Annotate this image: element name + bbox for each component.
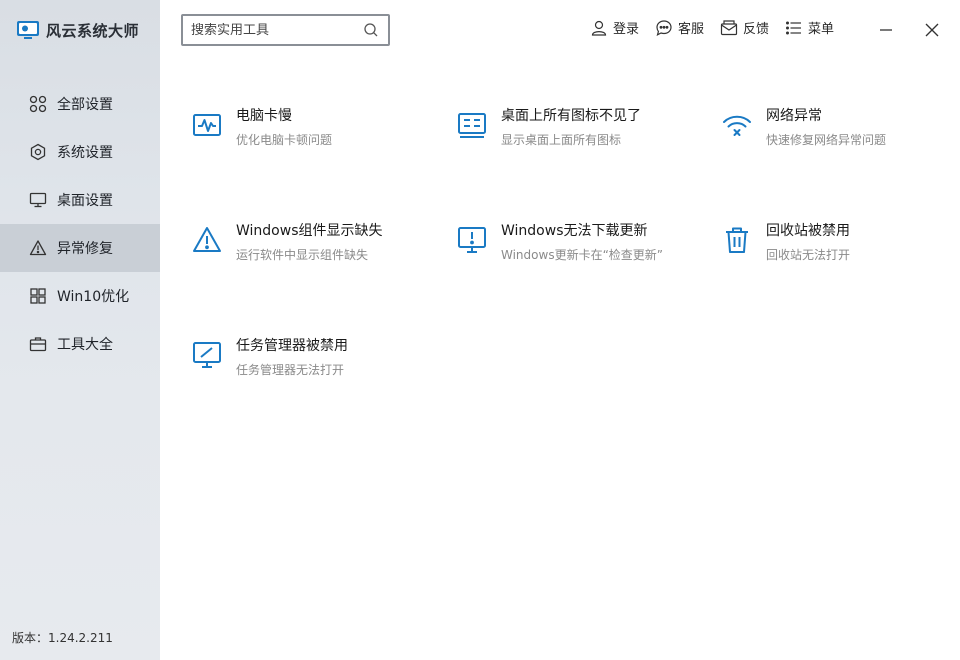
- monitor-slash-icon: [192, 340, 222, 370]
- sidebar-item-label: 系统设置: [57, 145, 113, 161]
- tool-title: 回收站被禁用: [766, 223, 850, 239]
- support-label: 客服: [678, 22, 705, 37]
- search-box: [181, 14, 390, 46]
- tool-text: 任务管理器被禁用 任务管理器无法打开: [236, 336, 348, 380]
- login-button[interactable]: 登录: [590, 18, 639, 37]
- toolbox-icon: [29, 335, 47, 353]
- app-title: 风云系统大师: [46, 21, 140, 40]
- sidebar-nav: 全部设置 系统设置 桌面设置 异常修复 Win10优化 工具大全: [0, 80, 160, 368]
- login-label: 登录: [613, 22, 640, 37]
- sidebar-item-label: 桌面设置: [57, 193, 113, 209]
- monitor-alert-icon: [457, 225, 487, 255]
- sidebar-item-label: 异常修复: [57, 241, 113, 257]
- tool-text: 电脑卡慢 优化电脑卡顿问题: [236, 106, 332, 150]
- version-label: 版本：1.24.2.211: [12, 631, 113, 645]
- warning-triangle-icon: [192, 225, 222, 255]
- top-actions: 登录 客服 反馈 菜单: [590, 18, 850, 37]
- wifi-error-icon: [722, 110, 752, 140]
- sidebar-item-tools[interactable]: 工具大全: [0, 320, 160, 368]
- sidebar: 风云系统大师 全部设置 系统设置 桌面设置 异常修复 Win10优化 工具大全 …: [0, 0, 160, 660]
- monitor-icon: [29, 191, 47, 209]
- desktop-list-icon: [457, 110, 487, 140]
- tool-desc: 显示桌面上面所有图标: [501, 133, 622, 147]
- app-logo: 风云系统大师: [16, 18, 139, 42]
- sidebar-item-label: 工具大全: [57, 337, 113, 353]
- tool-text: 网络异常 快速修复网络异常问题: [766, 106, 886, 150]
- tool-desc: 优化电脑卡顿问题: [236, 133, 333, 147]
- tool-missing-components[interactable]: Windows组件显示缺失 运行软件中显示组件缺失: [192, 221, 432, 265]
- tool-title: 桌面上所有图标不见了: [501, 108, 641, 124]
- tool-desktop-icons[interactable]: 桌面上所有图标不见了 显示桌面上面所有图标: [457, 106, 697, 150]
- sidebar-item-win10-optimize[interactable]: Win10优化: [0, 272, 160, 320]
- tool-text: 回收站被禁用 回收站无法打开: [766, 221, 850, 265]
- tool-text: Windows无法下载更新 Windows更新卡在“检查更新”: [501, 221, 663, 265]
- grid-circles-icon: [29, 95, 47, 113]
- warning-icon: [29, 239, 47, 257]
- sidebar-item-label: Win10优化: [57, 289, 130, 305]
- logo-icon: [17, 21, 39, 39]
- tool-text: Windows组件显示缺失 运行软件中显示组件缺失: [236, 221, 383, 265]
- tool-task-manager[interactable]: 任务管理器被禁用 任务管理器无法打开: [192, 336, 432, 380]
- tool-title: Windows组件显示缺失: [236, 223, 383, 239]
- tool-title: 电脑卡慢: [236, 108, 292, 124]
- tool-title: 任务管理器被禁用: [236, 338, 348, 354]
- close-icon[interactable]: [922, 20, 942, 40]
- top-bar: 登录 客服 反馈: [160, 0, 960, 60]
- tool-title: Windows无法下载更新: [501, 223, 648, 239]
- tool-desc: 运行软件中显示组件缺失: [236, 248, 369, 262]
- feedback-label: 反馈: [743, 22, 770, 37]
- tool-slow-pc[interactable]: 电脑卡慢 优化电脑卡顿问题: [192, 106, 432, 150]
- windows-icon: [29, 287, 47, 305]
- tool-desc: 任务管理器无法打开: [236, 363, 345, 377]
- menu-icon: [785, 19, 803, 37]
- sidebar-item-error-repair[interactable]: 异常修复: [0, 224, 160, 272]
- tool-text: 桌面上所有图标不见了 显示桌面上面所有图标: [501, 106, 641, 150]
- menu-label: 菜单: [808, 22, 835, 37]
- menu-button[interactable]: 菜单: [785, 18, 834, 37]
- user-icon: [590, 19, 608, 37]
- search-icon[interactable]: [362, 21, 380, 39]
- feedback-button[interactable]: 反馈: [720, 18, 769, 37]
- tool-network[interactable]: 网络异常 快速修复网络异常问题: [722, 106, 960, 150]
- gear-icon: [29, 143, 47, 161]
- support-button[interactable]: 客服: [655, 18, 704, 37]
- sidebar-item-label: 全部设置: [57, 97, 113, 113]
- minimize-icon[interactable]: [876, 20, 896, 40]
- tool-desc: 快速修复网络异常问题: [766, 133, 887, 147]
- feedback-mail-icon: [720, 19, 738, 37]
- sidebar-item-system-settings[interactable]: 系统设置: [0, 128, 160, 176]
- tool-desc: 回收站无法打开: [766, 248, 851, 262]
- search-input[interactable]: [191, 22, 362, 38]
- tool-title: 网络异常: [766, 108, 822, 124]
- pulse-monitor-icon: [192, 110, 222, 140]
- chat-icon: [655, 19, 673, 37]
- sidebar-item-desktop-settings[interactable]: 桌面设置: [0, 176, 160, 224]
- sidebar-item-all-settings[interactable]: 全部设置: [0, 80, 160, 128]
- tool-windows-update[interactable]: Windows无法下载更新 Windows更新卡在“检查更新”: [457, 221, 697, 265]
- recycle-bin-icon: [722, 225, 752, 255]
- tool-recycle-bin[interactable]: 回收站被禁用 回收站无法打开: [722, 221, 960, 265]
- tool-desc: Windows更新卡在“检查更新”: [501, 248, 664, 262]
